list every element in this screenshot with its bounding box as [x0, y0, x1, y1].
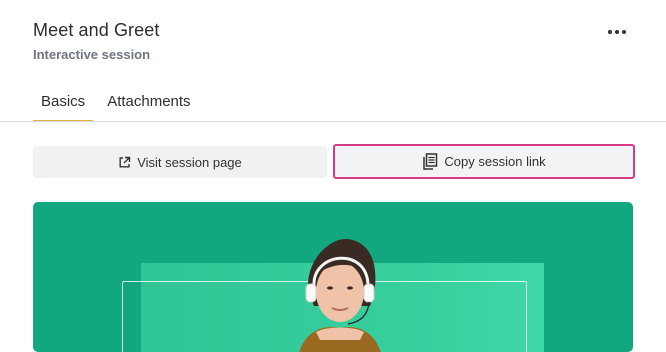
copy-session-link-button[interactable]: Copy session link [333, 144, 635, 179]
copy-icon [422, 153, 438, 170]
external-link-icon [118, 156, 131, 169]
tab-bar: Basics Attachments [33, 92, 199, 122]
session-title: Meet and Greet [33, 20, 160, 40]
tab-basics[interactable]: Basics [33, 92, 94, 122]
copy-session-link-label: Copy session link [444, 154, 546, 169]
headset-woman-photo [299, 238, 381, 352]
visit-session-page-button[interactable]: Visit session page [33, 146, 327, 178]
ellipsis-icon [622, 30, 626, 34]
ellipsis-icon [608, 30, 612, 34]
visit-session-page-label: Visit session page [137, 154, 242, 170]
tab-attachments[interactable]: Attachments [99, 92, 198, 120]
more-options-button[interactable] [603, 22, 631, 42]
ellipsis-icon [615, 30, 619, 34]
session-hero-image [33, 202, 633, 352]
tab-divider [0, 121, 666, 122]
session-subtitle: Interactive session [33, 47, 151, 62]
